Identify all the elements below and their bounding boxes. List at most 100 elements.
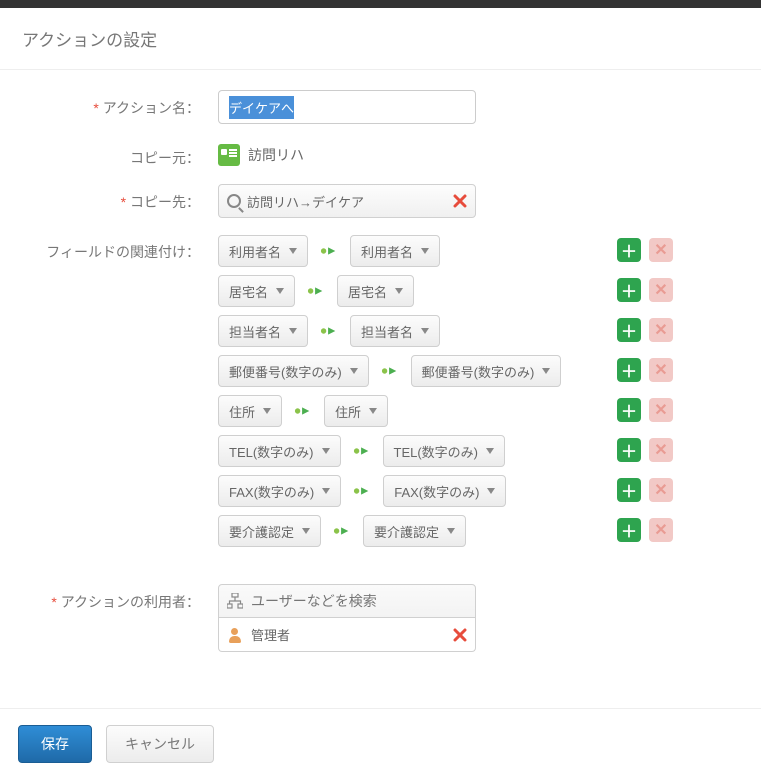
map-from-label: 担当者名	[229, 322, 281, 341]
remove-mapping-button[interactable]: ✕	[649, 358, 673, 382]
map-to-label: FAX(数字のみ)	[394, 482, 479, 501]
chevron-down-icon	[486, 448, 494, 454]
label-action-name: アクション名：	[18, 90, 218, 118]
map-from-select[interactable]: 居宅名	[218, 275, 295, 307]
map-to-label: TEL(数字のみ)	[394, 442, 479, 461]
add-mapping-button[interactable]: ＋	[617, 238, 641, 262]
map-from-select[interactable]: 担当者名	[218, 315, 308, 347]
chevron-down-icon	[542, 368, 550, 374]
save-button[interactable]: 保存	[18, 725, 92, 763]
map-from-label: 郵便番号(数字のみ)	[229, 362, 342, 381]
chevron-down-icon	[322, 448, 330, 454]
map-to-label: 郵便番号(数字のみ)	[422, 362, 535, 381]
map-to-select[interactable]: TEL(数字のみ)	[383, 435, 506, 467]
arrow-right-icon	[381, 363, 399, 379]
user-search[interactable]	[218, 584, 476, 618]
add-mapping-button[interactable]: ＋	[617, 278, 641, 302]
app-icon	[218, 144, 240, 166]
field-mapping-row: 住所 住所 ＋ ✕	[218, 394, 673, 428]
action-name-value: デイケアへ	[229, 96, 294, 119]
dialog-footer: 保存 キャンセル	[0, 708, 761, 779]
remove-mapping-button[interactable]: ✕	[649, 518, 673, 542]
map-from-label: 利用者名	[229, 242, 281, 261]
label-action-users: アクションの利用者：	[18, 584, 218, 612]
clear-icon[interactable]	[453, 194, 467, 208]
map-from-select[interactable]: 住所	[218, 395, 282, 427]
field-mapping-row: TEL(数字のみ) TEL(数字のみ) ＋ ✕	[218, 434, 673, 468]
map-from-select[interactable]: FAX(数字のみ)	[218, 475, 341, 507]
user-search-input[interactable]	[251, 593, 467, 609]
map-to-label: 担当者名	[361, 322, 413, 341]
chevron-down-icon	[395, 288, 403, 294]
map-from-label: 要介護認定	[229, 522, 294, 541]
field-mapping-row: 要介護認定 要介護認定 ＋ ✕	[218, 514, 673, 548]
arrow-right-icon	[294, 403, 312, 419]
chevron-down-icon	[369, 408, 377, 414]
field-mapping-row: FAX(数字のみ) FAX(数字のみ) ＋ ✕	[218, 474, 673, 508]
copy-to-selector[interactable]: 訪問リハ→デイケア	[218, 184, 476, 218]
map-from-select[interactable]: 郵便番号(数字のみ)	[218, 355, 369, 387]
remove-mapping-button[interactable]: ✕	[649, 438, 673, 462]
arrow-right-icon	[320, 243, 338, 259]
map-to-label: 利用者名	[361, 242, 413, 261]
map-to-label: 住所	[335, 402, 361, 421]
map-to-select[interactable]: FAX(数字のみ)	[383, 475, 506, 507]
chevron-down-icon	[322, 488, 330, 494]
add-mapping-button[interactable]: ＋	[617, 398, 641, 422]
add-mapping-button[interactable]: ＋	[617, 438, 641, 462]
chevron-down-icon	[289, 248, 297, 254]
chevron-down-icon	[350, 368, 358, 374]
arrow-right-icon	[353, 443, 371, 459]
map-to-label: 居宅名	[348, 282, 387, 301]
add-mapping-button[interactable]: ＋	[617, 478, 641, 502]
map-from-label: FAX(数字のみ)	[229, 482, 314, 501]
org-tree-icon[interactable]	[227, 593, 243, 609]
user-chip-label: 管理者	[251, 625, 453, 644]
arrow-right-icon	[353, 483, 371, 499]
map-to-select[interactable]: 担当者名	[350, 315, 440, 347]
field-mapping-row: 居宅名 居宅名 ＋ ✕	[218, 274, 673, 308]
add-mapping-button[interactable]: ＋	[617, 358, 641, 382]
arrow-right-icon	[307, 283, 325, 299]
map-from-select[interactable]: 要介護認定	[218, 515, 321, 547]
label-field-mapping: フィールドの関連付け：	[18, 234, 218, 262]
arrow-right-icon	[320, 323, 338, 339]
chevron-down-icon	[276, 288, 284, 294]
remove-mapping-button[interactable]: ✕	[649, 398, 673, 422]
action-name-input[interactable]: デイケアへ	[218, 90, 476, 124]
map-to-label: 要介護認定	[374, 522, 439, 541]
user-chip: 管理者	[218, 618, 476, 652]
field-mapping-row: 担当者名 担当者名 ＋ ✕	[218, 314, 673, 348]
chevron-down-icon	[289, 328, 297, 334]
map-from-label: 住所	[229, 402, 255, 421]
arrow-right-icon	[333, 523, 351, 539]
chevron-down-icon	[487, 488, 495, 494]
map-to-select[interactable]: 住所	[324, 395, 388, 427]
map-from-label: TEL(数字のみ)	[229, 442, 314, 461]
map-from-label: 居宅名	[229, 282, 268, 301]
copy-to-value: 訪問リハ→デイケア	[247, 192, 453, 211]
dialog-body: アクション名： デイケアへ コピー元： 訪問リハ コピー先： 訪問リハ→デイケア	[0, 70, 761, 708]
person-icon	[227, 627, 243, 643]
chevron-down-icon	[421, 328, 429, 334]
cancel-button[interactable]: キャンセル	[106, 725, 214, 763]
map-to-select[interactable]: 居宅名	[337, 275, 414, 307]
map-to-select[interactable]: 要介護認定	[363, 515, 466, 547]
remove-mapping-button[interactable]: ✕	[649, 278, 673, 302]
field-mapping-row: 利用者名 利用者名 ＋ ✕	[218, 234, 673, 268]
map-from-select[interactable]: TEL(数字のみ)	[218, 435, 341, 467]
remove-mapping-button[interactable]: ✕	[649, 318, 673, 342]
add-mapping-button[interactable]: ＋	[617, 518, 641, 542]
remove-user-icon[interactable]	[453, 628, 467, 642]
chevron-down-icon	[263, 408, 271, 414]
chevron-down-icon	[447, 528, 455, 534]
label-copy-to: コピー先：	[18, 184, 218, 212]
field-mapping-row: 郵便番号(数字のみ) 郵便番号(数字のみ) ＋ ✕	[218, 354, 673, 388]
remove-mapping-button[interactable]: ✕	[649, 478, 673, 502]
remove-mapping-button[interactable]: ✕	[649, 238, 673, 262]
search-icon	[227, 194, 241, 208]
map-from-select[interactable]: 利用者名	[218, 235, 308, 267]
map-to-select[interactable]: 郵便番号(数字のみ)	[411, 355, 562, 387]
add-mapping-button[interactable]: ＋	[617, 318, 641, 342]
map-to-select[interactable]: 利用者名	[350, 235, 440, 267]
